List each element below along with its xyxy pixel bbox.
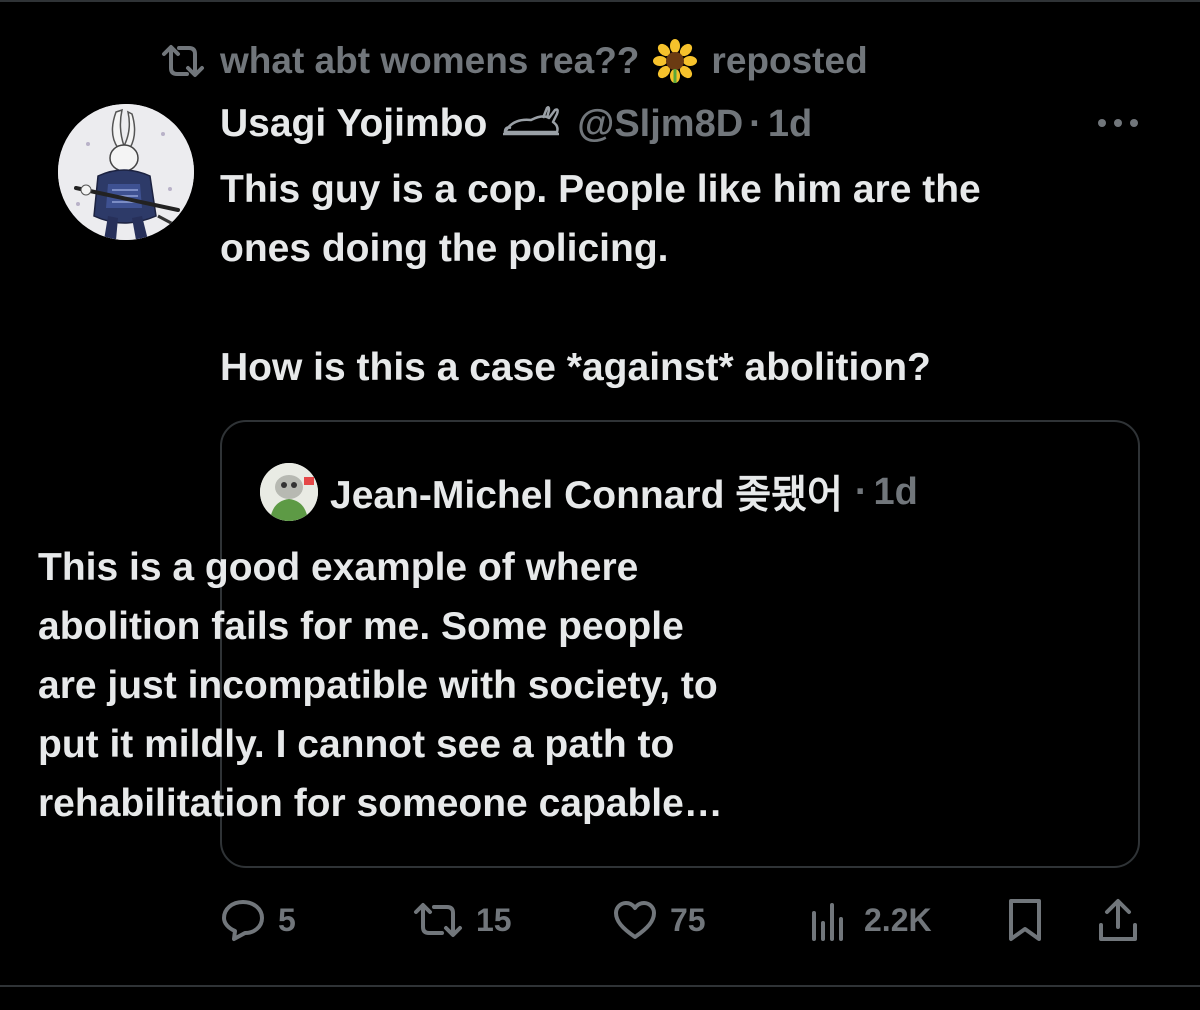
quote-text-line: are just incompatible with society, to [38,664,718,707]
repost-user-link[interactable]: what abt womens rea?? [220,40,639,82]
quote-timestamp[interactable]: 1d [874,471,918,514]
bookmark-icon [1006,897,1044,943]
reply-count: 5 [278,901,296,938]
quote-header: Jean-Michel Connard 좆됐어 · 1d [260,463,918,521]
repost-button[interactable]: 15 [412,892,512,948]
quote-text-line: This is a good example of where [38,546,639,589]
quote-text-line: rehabilitation for someone capable… [38,782,723,825]
bottom-divider [0,985,1200,987]
analytics-icon [808,899,852,941]
quote-author-name[interactable]: Jean-Michel Connard 좆됐어 [330,464,843,520]
action-bar: 5 15 75 2.2K [0,892,1200,952]
separator-dot: · [854,470,868,513]
heart-icon [612,899,658,941]
rabbit-icon [499,104,563,145]
quote-text-line: abolition fails for me. Some people [38,605,684,648]
views-button[interactable]: 2.2K [808,892,932,948]
repost-context: what abt womens rea?? reposted [160,38,868,84]
tweet-text-line: ones doing the policing. [220,227,669,270]
share-icon [1096,897,1140,943]
bookmark-button[interactable] [1006,892,1044,948]
repost-suffix: reposted [711,40,868,81]
tweet-timestamp[interactable]: 1d [768,103,812,146]
like-count: 75 [670,901,706,938]
reply-button[interactable]: 5 [220,892,296,948]
separator-dot: · [749,102,762,145]
repost-icon [160,41,206,81]
tweet-text-line: This guy is a cop. People like him are t… [220,168,981,211]
view-count: 2.2K [864,901,932,938]
avatar[interactable] [58,104,194,240]
quote-avatar [260,463,318,521]
author-name[interactable]: Usagi Yojimbo [220,102,487,146]
share-button[interactable] [1096,892,1140,948]
more-options-icon[interactable] [1096,113,1140,138]
tweet-text: This guy is a cop. People like him are t… [220,160,1160,397]
sunflower-icon [653,39,698,83]
top-divider [0,0,1200,2]
reply-icon [220,898,266,942]
repost-count: 15 [476,901,512,938]
tweet-text-line: How is this a case *against* abolition? [220,346,931,389]
author-handle[interactable]: @Sljm8D [577,103,743,146]
quote-text-line: put it mildly. I cannot see a path to [38,723,675,766]
repost-icon [412,900,464,940]
tweet-header: Usagi Yojimbo @Sljm8D · 1d [220,98,812,150]
like-button[interactable]: 75 [612,892,706,948]
quote-text: This is a good example of where abolitio… [38,538,908,833]
